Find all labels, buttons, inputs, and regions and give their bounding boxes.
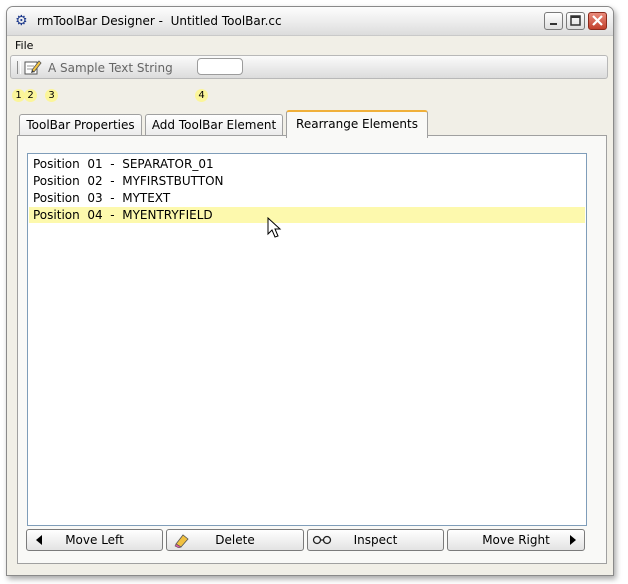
list-item[interactable]: Position 01 - SEPARATOR_01 — [29, 156, 585, 172]
menu-file[interactable]: File — [15, 39, 33, 52]
tab-toolbar-properties[interactable]: ToolBar Properties — [19, 114, 142, 136]
elements-listbox[interactable]: Position 01 - SEPARATOR_01 Position 02 -… — [27, 153, 587, 526]
toolbar-sample-text: A Sample Text String — [48, 61, 173, 75]
toolbar-preview: A Sample Text String — [10, 55, 608, 79]
list-item[interactable]: Position 02 - MYFIRSTBUTTON — [29, 173, 585, 189]
close-button[interactable] — [588, 12, 607, 30]
minimize-button[interactable] — [544, 12, 563, 30]
rearrange-panel: Position 01 - SEPARATOR_01 Position 02 -… — [17, 135, 607, 564]
pencil-note-icon[interactable] — [24, 59, 42, 75]
mouse-cursor-icon — [267, 217, 282, 238]
separator-icon — [17, 61, 21, 74]
move-left-button[interactable]: Move Left — [26, 529, 163, 551]
window-title: rmToolBar Designer - Untitled ToolBar.cc — [37, 14, 282, 28]
app-window: ⚙ rmToolBar Designer - Untitled ToolBar.… — [6, 6, 614, 576]
maximize-button[interactable] — [566, 12, 585, 30]
title-bar[interactable]: ⚙ rmToolBar Designer - Untitled ToolBar.… — [7, 7, 613, 36]
gear-icon[interactable]: ⚙ — [15, 14, 29, 28]
list-item[interactable]: Position 03 - MYTEXT — [29, 190, 585, 206]
delete-label: Delete — [215, 533, 255, 547]
tab-rearrange-elements[interactable]: Rearrange Elements — [286, 110, 428, 138]
move-right-button[interactable]: Move Right — [447, 529, 585, 551]
tab-add-toolbar-element[interactable]: Add ToolBar Element — [145, 114, 283, 136]
toolbar-entry-field[interactable] — [197, 58, 243, 75]
list-item-selected[interactable]: Position 04 - MYENTRYFIELD — [29, 207, 585, 223]
move-right-label: Move Right — [482, 533, 550, 547]
minimize-icon — [550, 23, 557, 25]
menu-bar: File — [7, 37, 613, 55]
maximize-icon — [570, 15, 581, 26]
delete-button[interactable]: Delete — [166, 529, 304, 551]
position-badge-3: 3 — [45, 89, 58, 102]
position-badge-4: 4 — [195, 89, 208, 102]
position-badge-2: 2 — [24, 89, 37, 102]
move-left-label: Move Left — [65, 533, 124, 547]
inspect-label: Inspect — [353, 533, 398, 547]
inspect-button[interactable]: Inspect — [307, 529, 444, 551]
close-icon — [592, 15, 603, 26]
